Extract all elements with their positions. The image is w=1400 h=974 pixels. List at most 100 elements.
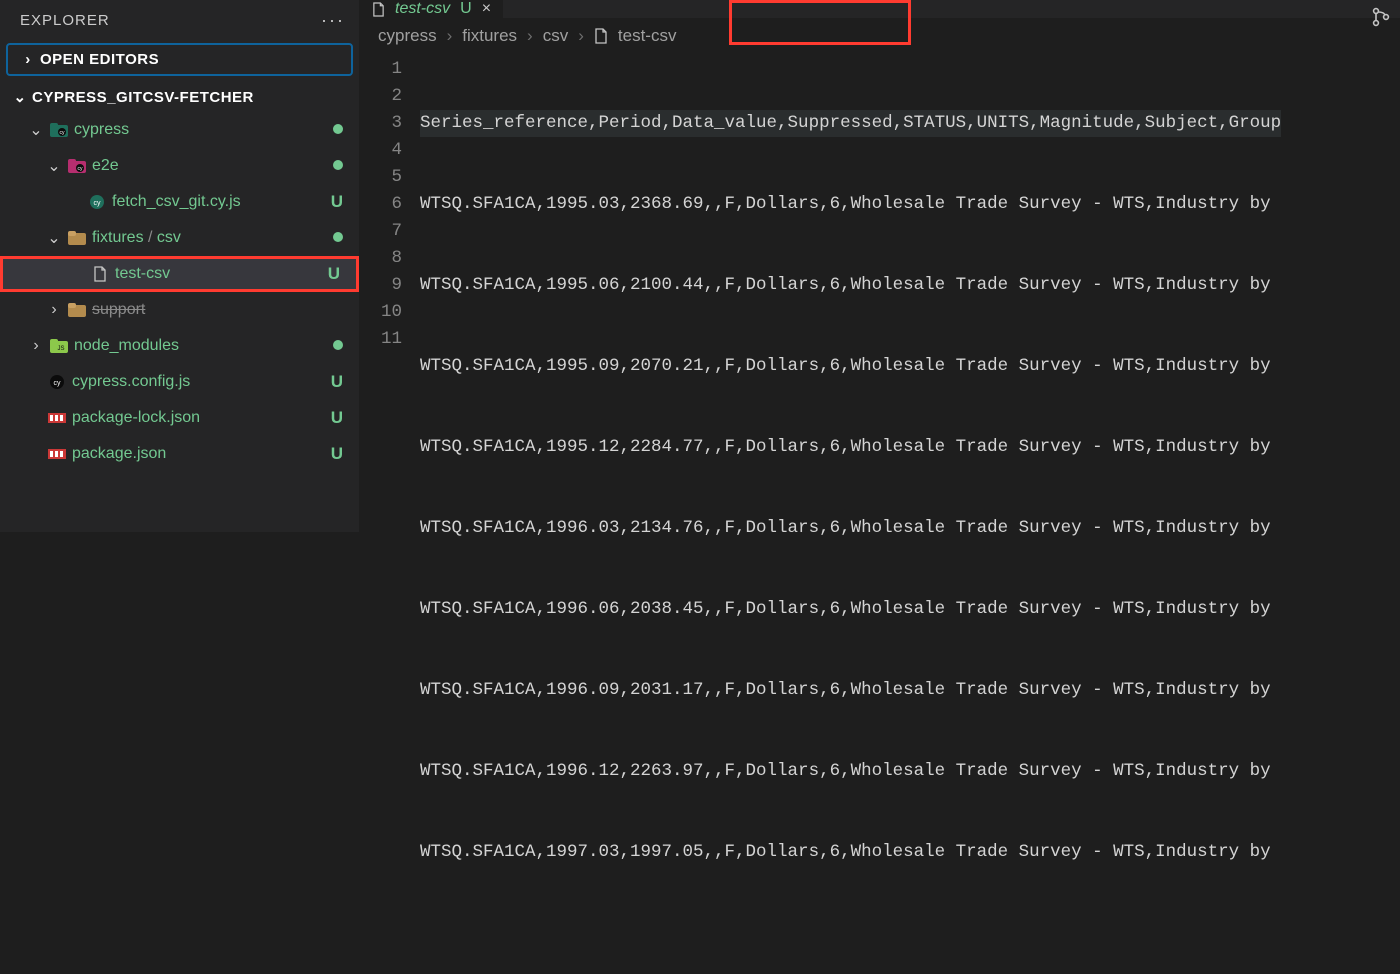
git-status-dot [325, 229, 343, 247]
project-name: CYPRESS_GITCSV-FETCHER [32, 89, 254, 106]
chevron-right-icon: › [20, 51, 36, 68]
file-label: fetch_csv_git.cy.js [112, 193, 325, 211]
svg-text:cy: cy [54, 380, 62, 387]
tab-bar: test-csv U × [360, 0, 1400, 18]
line-number: 10 [360, 299, 402, 326]
file-package-lock[interactable]: package-lock.json U [0, 400, 359, 436]
file-cypress-config[interactable]: cy cypress.config.js U [0, 364, 359, 400]
file-icon [372, 2, 385, 17]
file-tree: ⌄ cy cypress ⌄ cy e2e cy fetch_csv_git.c… [0, 112, 359, 472]
code-line: WTSQ.SFA1CA,1997.03,1997.05,,F,Dollars,6… [420, 839, 1281, 866]
line-number: 5 [360, 164, 402, 191]
breadcrumb-item[interactable]: fixtures [462, 26, 517, 46]
folder-label: support [92, 301, 343, 319]
git-status-u: U [322, 264, 340, 284]
line-number: 2 [360, 83, 402, 110]
folder-label: e2e [92, 157, 325, 175]
git-status-dot [325, 337, 343, 355]
folder-label: node_modules [74, 337, 325, 355]
svg-text:cy: cy [78, 166, 84, 172]
cypress-file-icon: cy [86, 194, 108, 210]
tab-git-status: U [460, 0, 472, 18]
git-status-dot [325, 157, 343, 175]
git-status-u: U [325, 444, 343, 464]
git-status-dot [325, 121, 343, 139]
chevron-down-icon: ⌄ [46, 228, 62, 248]
code-line: WTSQ.SFA1CA,1996.12,2263.97,,F,Dollars,6… [420, 758, 1281, 785]
file-test-csv[interactable]: test-csv U [0, 256, 359, 292]
tab-test-csv[interactable]: test-csv U × [360, 0, 503, 18]
code-content[interactable]: Series_reference,Period,Data_value,Suppr… [420, 56, 1281, 974]
file-label: test-csv [115, 265, 322, 283]
code-line: Series_reference,Period,Data_value,Suppr… [420, 110, 1281, 137]
e2e-folder-icon: cy [66, 159, 88, 173]
breadcrumb-item[interactable]: cypress [378, 26, 437, 46]
line-number: 1 [360, 56, 402, 83]
chevron-right-icon: › [578, 26, 584, 46]
explorer-header: EXPLORER ··· [0, 0, 359, 41]
more-actions-icon[interactable]: ··· [321, 10, 345, 31]
folder-open-icon [66, 231, 88, 245]
line-number: 6 [360, 191, 402, 218]
file-fetch-csv[interactable]: cy fetch_csv_git.cy.js U [0, 184, 359, 220]
svg-text:JS: JS [57, 346, 64, 352]
chevron-down-icon: ⌄ [28, 120, 44, 140]
file-label: cypress.config.js [72, 373, 325, 391]
file-label: package.json [72, 445, 325, 463]
breadcrumb-item[interactable]: test-csv [618, 26, 677, 46]
node-folder-icon: JS [48, 339, 70, 353]
folder-icon [66, 303, 88, 317]
chevron-right-icon: › [46, 301, 62, 319]
source-control-icon[interactable] [1370, 6, 1392, 28]
code-line: WTSQ.SFA1CA,1995.03,2368.69,,F,Dollars,6… [420, 191, 1281, 218]
explorer-sidebar: EXPLORER ··· › OPEN EDITORS ⌄ CYPRESS_GI… [0, 0, 360, 532]
folder-node-modules[interactable]: › JS node_modules [0, 328, 359, 364]
line-number: 3 [360, 110, 402, 137]
code-line: WTSQ.SFA1CA,1995.12,2284.77,,F,Dollars,6… [420, 434, 1281, 461]
code-line: WTSQ.SFA1CA,1995.06,2100.44,,F,Dollars,6… [420, 272, 1281, 299]
code-line: WTSQ.SFA1CA,1996.09,2031.17,,F,Dollars,6… [420, 677, 1281, 704]
close-icon[interactable]: × [482, 0, 491, 18]
npm-icon [46, 413, 68, 423]
line-number-gutter: 1 2 3 4 5 6 7 8 9 10 11 [360, 56, 420, 974]
line-number: 4 [360, 137, 402, 164]
code-editor[interactable]: 1 2 3 4 5 6 7 8 9 10 11 Series_reference… [360, 54, 1400, 974]
git-status-u: U [325, 408, 343, 428]
file-label: package-lock.json [72, 409, 325, 427]
folder-fixtures-csv[interactable]: ⌄ fixtures / csv [0, 220, 359, 256]
cypress-file-icon: cy [46, 374, 68, 390]
code-line: WTSQ.SFA1CA,1995.09,2070.21,,F,Dollars,6… [420, 353, 1281, 380]
svg-text:cy: cy [60, 130, 66, 136]
cypress-folder-icon: cy [48, 123, 70, 137]
file-icon [594, 28, 608, 44]
svg-text:cy: cy [94, 200, 102, 207]
breadcrumbs[interactable]: cypress › fixtures › csv › test-csv [360, 18, 1400, 54]
folder-label: fixtures / csv [92, 229, 325, 247]
chevron-down-icon: ⌄ [46, 156, 62, 176]
chevron-right-icon: › [28, 337, 44, 355]
folder-label: cypress [74, 121, 325, 139]
line-number: 8 [360, 245, 402, 272]
chevron-right-icon: › [447, 26, 453, 46]
chevron-right-icon: › [527, 26, 533, 46]
open-editors-label: OPEN EDITORS [40, 51, 159, 68]
open-editors-section[interactable]: › OPEN EDITORS [6, 43, 353, 76]
npm-icon [46, 449, 68, 459]
explorer-title: EXPLORER [20, 12, 110, 29]
line-number: 11 [360, 326, 402, 353]
editor-area: test-csv U × cypress › fixtures › csv › … [360, 0, 1400, 532]
breadcrumb-item[interactable]: csv [543, 26, 569, 46]
tab-label: test-csv [395, 0, 450, 18]
chevron-down-icon: ⌄ [12, 88, 28, 106]
folder-e2e[interactable]: ⌄ cy e2e [0, 148, 359, 184]
git-status-u: U [325, 372, 343, 392]
folder-cypress[interactable]: ⌄ cy cypress [0, 112, 359, 148]
project-root[interactable]: ⌄ CYPRESS_GITCSV-FETCHER [0, 82, 359, 112]
file-package-json[interactable]: package.json U [0, 436, 359, 472]
line-number: 9 [360, 272, 402, 299]
git-status-u: U [325, 192, 343, 212]
code-line: WTSQ.SFA1CA,1996.06,2038.45,,F,Dollars,6… [420, 596, 1281, 623]
code-line: WTSQ.SFA1CA,1996.03,2134.76,,F,Dollars,6… [420, 515, 1281, 542]
file-icon [89, 266, 111, 282]
folder-support[interactable]: › support [0, 292, 359, 328]
